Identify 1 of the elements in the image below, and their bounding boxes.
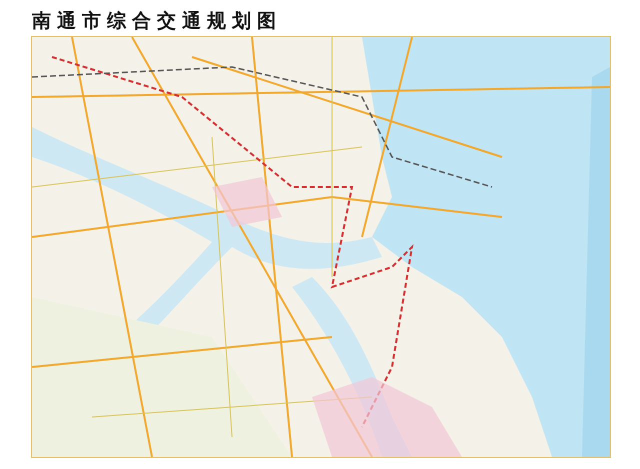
map-title: 南通市综合交通规划图: [32, 10, 283, 32]
